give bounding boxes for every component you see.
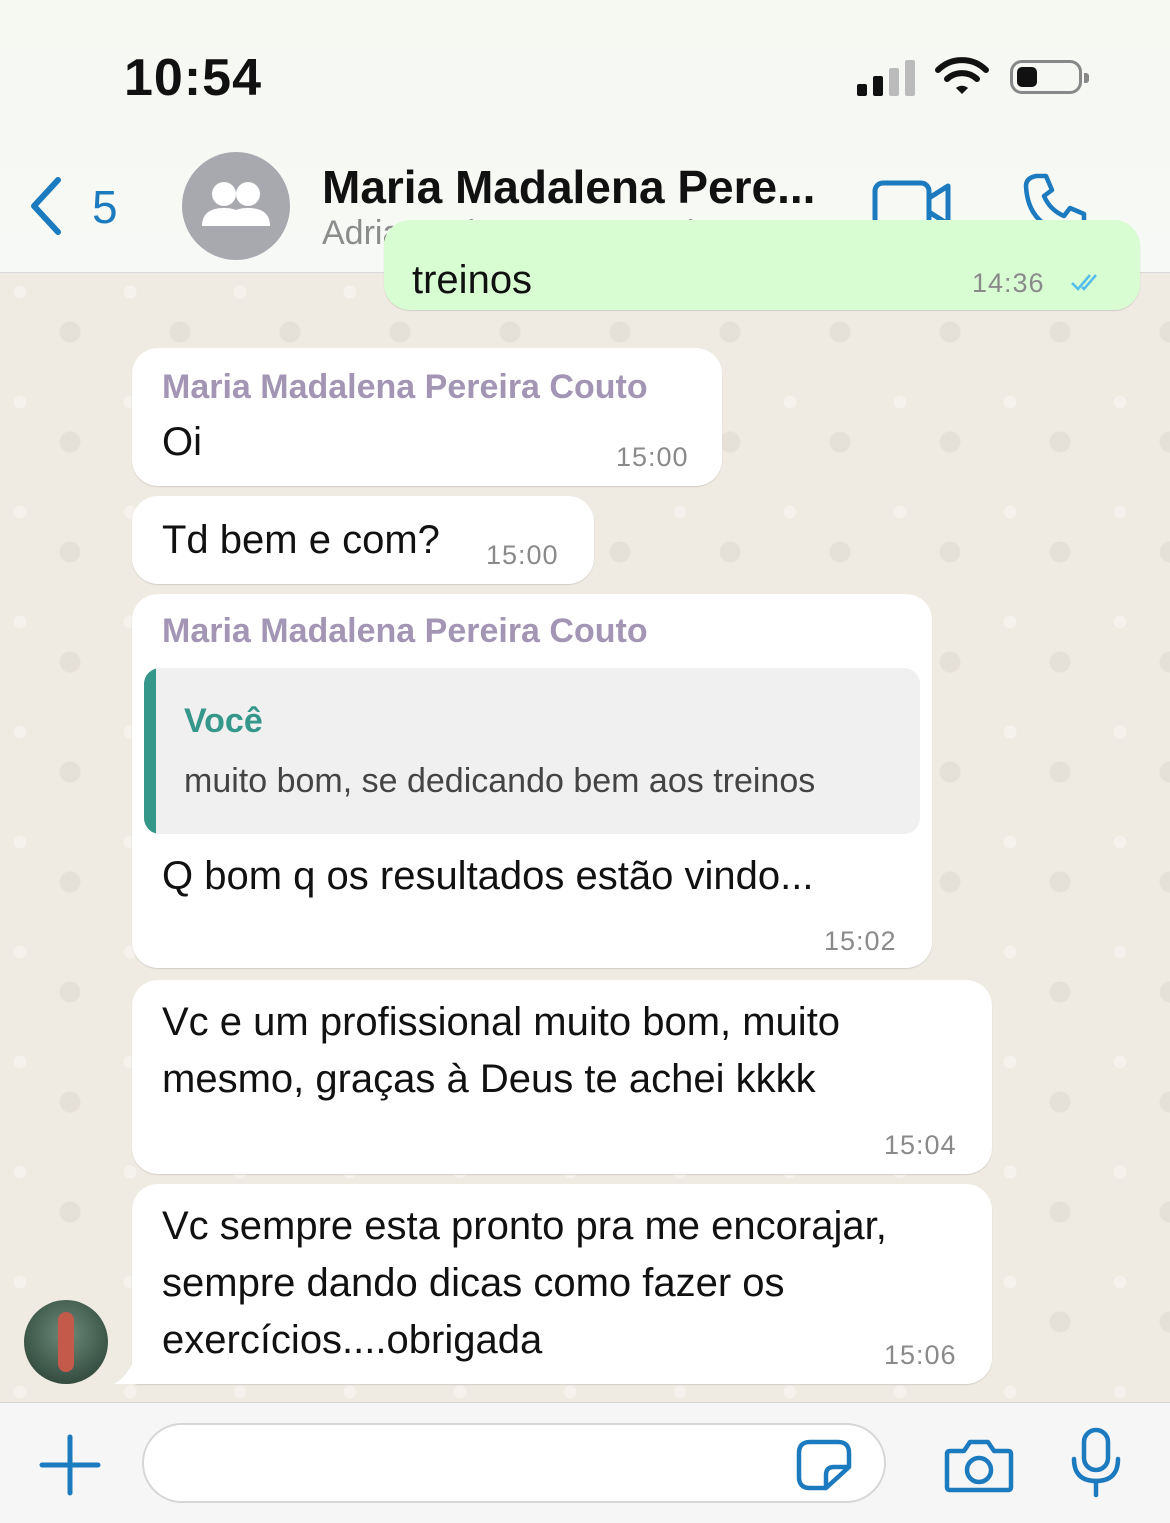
message-text: Oi: [162, 420, 202, 464]
quoted-message[interactable]: Você muito bom, se dedicando bem aos tre…: [144, 668, 920, 834]
sticker-icon[interactable]: [796, 1439, 852, 1491]
group-avatar[interactable]: [182, 152, 290, 260]
camera-icon[interactable]: [944, 1439, 1014, 1493]
message-bubble-incoming[interactable]: Td bem e com? 15:00: [132, 496, 594, 584]
message-time: 15:00: [486, 540, 559, 570]
chat-title[interactable]: Maria Madalena Pere...: [322, 160, 815, 214]
microphone-icon[interactable]: [1070, 1427, 1122, 1499]
message-text-line: exercícios....obrigada: [162, 1318, 543, 1362]
message-bubble-outgoing[interactable]: treinos 14:36: [384, 220, 1140, 310]
message-bubble-incoming[interactable]: Vc sempre esta pronto pra me encorajar, …: [132, 1184, 992, 1384]
group-icon: [202, 182, 270, 226]
wifi-icon: [935, 57, 989, 94]
message-bubble-incoming[interactable]: Maria Madalena Pereira Couto Você muito …: [132, 594, 932, 968]
message-text: Q bom q os resultados estão vindo...: [162, 854, 814, 898]
message-text: treinos: [412, 258, 533, 302]
message-time: 15:02: [824, 926, 897, 956]
sender-avatar[interactable]: [24, 1300, 108, 1384]
message-text-line: Vc e um profissional muito bom, muito: [162, 1000, 841, 1044]
message-bubble-incoming[interactable]: Vc e um profissional muito bom, muito me…: [132, 980, 992, 1174]
message-bubble-incoming[interactable]: Maria Madalena Pereira Couto Oi 15:00: [132, 348, 722, 486]
message-time: 15:00: [616, 442, 689, 472]
composer-bar: [0, 1402, 1170, 1523]
message-text-line: sempre dando dicas como fazer os: [162, 1261, 785, 1305]
message-text-line: mesmo, graças à Deus te achei kkkk: [162, 1057, 816, 1101]
message-input[interactable]: [142, 1423, 886, 1503]
message-text: Td bem e com?: [162, 518, 440, 562]
chevron-left-icon[interactable]: [26, 176, 66, 236]
status-time: 10:54: [124, 49, 262, 107]
plus-icon[interactable]: [38, 1433, 102, 1497]
quote-accent-bar: [144, 668, 156, 834]
quote-author: Você: [184, 702, 263, 740]
message-text-line: Vc sempre esta pronto pra me encorajar,: [162, 1204, 887, 1248]
message-time: 15:04: [884, 1130, 957, 1160]
battery-icon: [1010, 60, 1089, 94]
read-receipt-icon: [1071, 274, 1097, 291]
quote-text: muito bom, se dedicando bem aos treinos: [184, 762, 816, 800]
back-unread-count[interactable]: 5: [92, 180, 118, 234]
message-sender: Maria Madalena Pereira Couto: [162, 612, 648, 650]
message-sender: Maria Madalena Pereira Couto: [162, 368, 648, 406]
message-time: 14:36: [972, 268, 1045, 298]
bubble-tail: [114, 1360, 142, 1384]
message-time: 15:06: [884, 1340, 957, 1370]
cellular-signal-icon: [857, 60, 917, 96]
